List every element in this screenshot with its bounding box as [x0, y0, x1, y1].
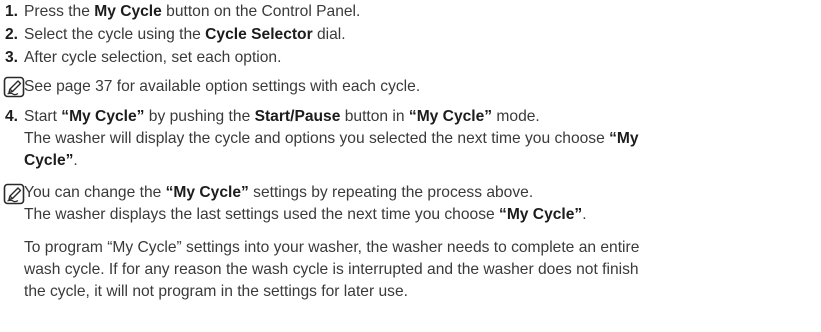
step-number: 4.	[5, 108, 19, 125]
step-text-mid: button in	[340, 108, 409, 125]
step-text-post: .	[73, 152, 78, 169]
paragraph-line: the cycle, it will not program in the se…	[24, 283, 408, 300]
step-text: After cycle selection, set each option.	[24, 49, 282, 66]
step-text-bold: Start/Pause	[254, 108, 341, 125]
step-text: Press the My Cycle button on the Control…	[24, 1, 360, 22]
step-text: Start “My Cycle” by pushing the Start/Pa…	[24, 106, 540, 127]
note-text-bold: “My Cycle”	[165, 184, 249, 201]
step-text-post: dial.	[312, 26, 346, 43]
note-text-line-2: The washer displays the last settings us…	[24, 204, 587, 225]
note-pencil-icon	[3, 76, 25, 98]
step-text-bold: “My	[609, 130, 639, 147]
step-number: 3.	[5, 49, 19, 66]
step-text-pre: Select the cycle using the	[24, 26, 206, 43]
step-text-bold: Cycle”	[24, 152, 74, 169]
step-4-line-3: Cycle”.	[24, 150, 78, 171]
step-text-bold: “My Cycle”	[408, 108, 493, 125]
manual-page: 1. Press the My Cycle button on the Cont…	[0, 0, 821, 332]
note-text-post: .	[582, 206, 587, 223]
step-text: Select the cycle using the Cycle Selecto…	[24, 24, 346, 45]
step-text-pre: Start	[24, 108, 62, 125]
step-text-bold: “My Cycle”	[61, 108, 145, 125]
step-number: 1.	[5, 3, 19, 20]
step-text-mid: by pushing the	[144, 108, 255, 125]
step-text-pre: Press the	[24, 3, 95, 20]
step-text-post: button on the Control Panel.	[161, 3, 361, 20]
step-number: 2.	[5, 26, 19, 43]
step-text-bold: My Cycle	[94, 3, 162, 20]
note-text-post: settings by repeating the process above.	[248, 184, 534, 201]
step-4-line-2: The washer will display the cycle and op…	[24, 128, 639, 149]
step-text-pre: The washer will display the cycle and op…	[24, 130, 610, 147]
step-text-post: mode.	[492, 108, 540, 125]
paragraph-line: wash cycle. If for any reason the wash c…	[24, 261, 639, 278]
note-text: See page 37 for available option setting…	[24, 78, 421, 95]
note-text: You can change the “My Cycle” settings b…	[24, 182, 533, 203]
step-text-bold: Cycle Selector	[205, 26, 313, 43]
note-text-pre: The washer displays the last settings us…	[24, 206, 500, 223]
note-text-pre: You can change the	[24, 184, 166, 201]
note-text-bold: “My Cycle”	[499, 206, 583, 223]
paragraph-line: To program “My Cycle” settings into your…	[24, 239, 640, 256]
note-pencil-icon	[3, 183, 25, 205]
